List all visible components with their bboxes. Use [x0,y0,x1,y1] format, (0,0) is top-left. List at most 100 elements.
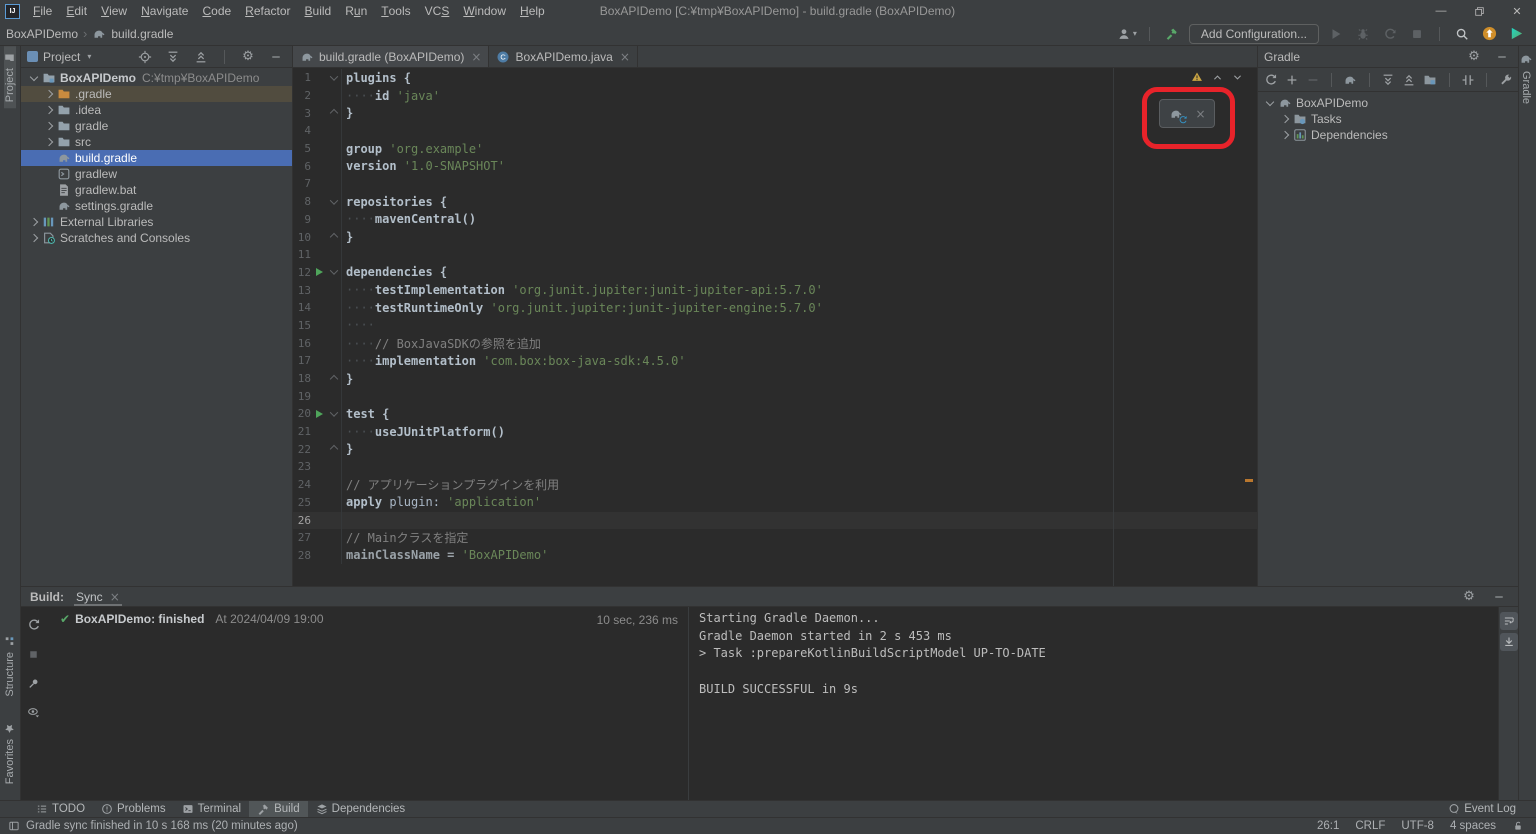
toolwindow-tab-problems[interactable]: Problems [93,801,174,817]
fold-open-icon[interactable] [330,408,338,416]
code-line-24[interactable]: 24// アプリケーションプラグインを利用 [293,476,1257,494]
gradle-toolbar-offline-icon[interactable] [1460,70,1475,90]
build-header-gear-icon[interactable]: ⚙ [1459,587,1479,607]
close-icon[interactable]: × [110,590,120,604]
code-line-15[interactable]: 15···· [293,317,1257,335]
menu-window[interactable]: Window [456,0,513,22]
menu-refactor[interactable]: Refactor [238,0,297,22]
close-window-icon[interactable]: ✕ [1498,0,1536,22]
fold-close-icon[interactable] [330,233,338,241]
code-line-14[interactable]: 14····testRuntimeOnly 'org.junit.jupiter… [293,299,1257,317]
code-line-26[interactable]: 26 [293,511,1257,529]
menu-code[interactable]: Code [195,0,238,22]
status-caret-position[interactable]: 26:1 [1317,820,1339,832]
add-configuration-button[interactable]: Add Configuration... [1189,24,1319,44]
status-indent[interactable]: 4 spaces [1450,820,1496,832]
search-everywhere-button[interactable] [1452,24,1472,44]
code-line-19[interactable]: 19 [293,387,1257,405]
fold-close-icon[interactable] [330,374,338,382]
build-header-minimize-icon[interactable] [1489,587,1509,607]
code-line-13[interactable]: 13····testImplementation 'org.junit.jupi… [293,281,1257,299]
chevron-right-icon[interactable] [1281,131,1289,139]
breadcrumb-file[interactable]: build.gradle [111,27,173,41]
code-line-12[interactable]: 12dependencies { [293,264,1257,282]
chevron-down-icon[interactable]: ▾ [87,52,91,61]
close-tab-icon[interactable]: × [620,50,630,64]
chevron-right-icon[interactable] [45,138,53,146]
run-button[interactable] [1326,24,1346,44]
gradle-toolbar-collapse-all-icon[interactable] [1402,70,1417,90]
code-line-20[interactable]: 20test { [293,405,1257,423]
chevron-right-icon[interactable] [45,106,53,114]
tree-item-src[interactable]: src [21,134,292,150]
code-line-9[interactable]: 9····mavenCentral() [293,211,1257,229]
project-minimize-icon[interactable] [266,47,286,67]
user-account-button[interactable]: ▾ [1117,24,1137,44]
tree-item-gradle[interactable]: gradle [21,118,292,134]
tree-item-scratches-and-consoles[interactable]: Scratches and Consoles [21,230,292,246]
code-line-1[interactable]: 1plugins { [293,69,1257,87]
menu-help[interactable]: Help [513,0,552,22]
gradle-header-gear-icon[interactable]: ⚙ [1464,47,1484,67]
menu-file[interactable]: File [26,0,59,22]
tool-window-switcher-icon[interactable] [8,820,20,832]
dismiss-icon[interactable]: × [1195,107,1205,121]
code-line-22[interactable]: 22} [293,440,1257,458]
tree-item-gradlew-bat[interactable]: gradlew.bat [21,182,292,198]
feature-promo-button[interactable] [1506,24,1526,44]
menu-run[interactable]: Run [338,0,374,22]
prev-problem-icon[interactable] [1212,72,1223,83]
code-line-7[interactable]: 7 [293,175,1257,193]
gradle-toolbar-expand-all-icon[interactable] [1381,70,1396,90]
stop-button[interactable] [1407,24,1427,44]
code-line-4[interactable]: 4 [293,122,1257,140]
build-console-output[interactable]: Starting Gradle Daemon...Gradle Daemon s… [688,607,1498,801]
console-scroll-end-button[interactable] [1500,633,1518,651]
code-line-11[interactable]: 11 [293,246,1257,264]
tree-item--gradle[interactable]: .gradle [21,86,292,102]
code-line-23[interactable]: 23 [293,458,1257,476]
fold-open-icon[interactable] [330,196,338,204]
chevron-right-icon[interactable] [45,122,53,130]
warning-icon[interactable] [1191,71,1203,83]
build-tool-eye-icon[interactable] [24,702,44,722]
restore-window-icon[interactable] [1460,0,1498,22]
build-sync-tab[interactable]: Sync × [74,587,122,606]
fold-open-icon[interactable] [330,72,338,80]
status-line-ending[interactable]: CRLF [1355,820,1385,832]
breadcrumb-project[interactable]: BoxAPIDemo [6,27,78,41]
toolwindow-tab-build[interactable]: Build [249,801,308,817]
tree-item-tasks[interactable]: Tasks [1258,111,1518,127]
gradle-toolbar-gradle-icon[interactable] [1343,70,1358,90]
menu-tools[interactable]: Tools [374,0,417,22]
code-line-3[interactable]: 3} [293,104,1257,122]
code-line-28[interactable]: 28mainClassName = 'BoxAPIDemo' [293,547,1257,565]
build-tool-pin-icon[interactable] [24,673,44,693]
code-line-5[interactable]: 5group 'org.example' [293,140,1257,158]
code-line-16[interactable]: 16····// BoxJavaSDKの参照を追加 [293,334,1257,352]
fold-open-icon[interactable] [330,267,338,275]
code-line-21[interactable]: 21····useJUnitPlatform() [293,423,1257,441]
build-result-row[interactable]: ✔ BoxAPIDemo: finished At 2024/04/09 19:… [46,607,688,626]
build-tool-stop-icon[interactable] [24,644,44,664]
run-gutter-icon[interactable] [316,268,323,276]
next-problem-icon[interactable] [1232,72,1243,83]
editor-body[interactable]: 1plugins {2····id 'java'3}45group 'org.e… [293,68,1257,587]
project-panel-title[interactable]: Project [43,50,80,64]
build-project-button[interactable] [1162,24,1182,44]
gradle-toolbar-minus-disabled-icon[interactable] [1305,70,1320,90]
tree-item-dependencies[interactable]: Dependencies [1258,127,1518,143]
chevron-down-icon[interactable] [1266,97,1274,105]
scrollbar-warning-mark[interactable] [1245,479,1253,482]
event-log-button[interactable]: Event Log [1440,801,1536,817]
chevron-right-icon[interactable] [30,218,38,226]
project-gear-icon[interactable]: ⚙ [238,47,258,67]
code-line-10[interactable]: 10} [293,228,1257,246]
toolwindow-tab-todo[interactable]: TODO [28,801,93,817]
tree-item-external-libraries[interactable]: External Libraries [21,214,292,230]
chevron-right-icon[interactable] [1281,115,1289,123]
chevron-right-icon[interactable] [45,90,53,98]
menu-vcs[interactable]: VCS [418,0,457,22]
console-soft-wrap-button[interactable] [1500,612,1518,630]
menu-view[interactable]: View [94,0,134,22]
